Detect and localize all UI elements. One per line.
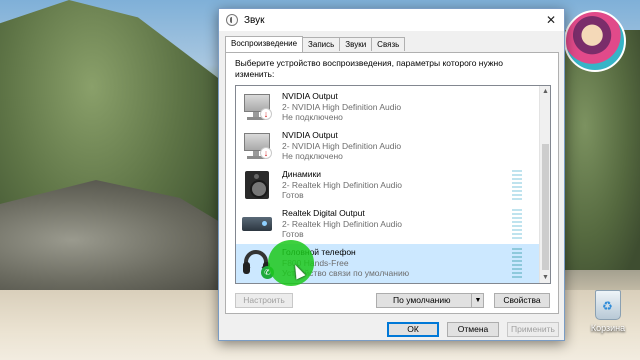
set-default-button[interactable]: По умолчанию ▼	[376, 293, 484, 308]
volume-level-meter	[512, 209, 522, 241]
monitor-disconnected-icon: ↓	[242, 131, 274, 161]
device-driver: 2- NVIDIA High Definition Audio	[282, 140, 402, 151]
tab-sounds[interactable]: Звуки	[339, 37, 373, 51]
digital-output-icon	[242, 209, 274, 239]
recycle-bin-icon: ♻	[595, 290, 621, 320]
device-list-scrollbar[interactable]: ▲ ▼	[539, 86, 550, 283]
monitor-disconnected-icon: ↓	[242, 92, 274, 122]
device-name: Динамики	[282, 169, 321, 179]
ok-button[interactable]: ОК	[387, 322, 439, 337]
volume-level-meter	[512, 170, 522, 202]
tab-recording[interactable]: Запись	[302, 37, 341, 51]
tab-strip: Воспроизведение Запись Звуки Связь	[225, 36, 406, 52]
device-status: Готов	[282, 229, 304, 239]
speaker-icon	[242, 170, 274, 200]
apply-button[interactable]: Применить	[507, 322, 559, 337]
device-driver: 2- Realtek High Definition Audio	[282, 179, 403, 190]
tab-communications[interactable]: Связь	[371, 37, 406, 51]
volume-level-meter	[512, 248, 522, 280]
window-title: Звук	[244, 14, 265, 26]
set-default-label: По умолчанию	[393, 295, 451, 305]
device-name: NVIDIA Output	[282, 91, 338, 101]
recycle-bin[interactable]: ♻ Корзина	[583, 290, 633, 333]
sound-app-icon	[226, 14, 238, 26]
instruction-text: Выберите устройство воспроизведения, пар…	[235, 58, 503, 79]
device-item[interactable]: Realtek Digital Output 2- Realtek High D…	[236, 205, 540, 244]
scroll-up-arrow-icon[interactable]: ▲	[540, 86, 550, 97]
scroll-thumb[interactable]	[542, 144, 549, 270]
device-driver: 2- Realtek High Definition Audio	[282, 218, 403, 229]
tab-playback[interactable]: Воспроизведение	[225, 36, 304, 52]
device-item[interactable]: ↓ NVIDIA Output 2- NVIDIA High Definitio…	[236, 88, 540, 127]
device-name: Realtek Digital Output	[282, 208, 365, 218]
device-status: Готов	[282, 190, 304, 200]
device-status: Не подключено	[282, 112, 343, 122]
scroll-down-arrow-icon[interactable]: ▼	[540, 272, 550, 283]
sound-dialog: Звук ✕ Воспроизведение Запись Звуки Связ…	[218, 8, 565, 341]
device-item[interactable]: ↓ NVIDIA Output 2- NVIDIA High Definitio…	[236, 127, 540, 166]
title-bar[interactable]: Звук ✕	[219, 9, 564, 31]
device-name: NVIDIA Output	[282, 130, 338, 140]
cancel-button[interactable]: Отмена	[447, 322, 499, 337]
set-default-dropdown-arrow-icon[interactable]: ▼	[471, 294, 484, 307]
device-item[interactable]: Динамики 2- Realtek High Definition Audi…	[236, 166, 540, 205]
avatar	[564, 10, 626, 72]
device-driver: 2- NVIDIA High Definition Audio	[282, 101, 402, 112]
cursor-highlight	[268, 240, 314, 286]
configure-button[interactable]: Настроить	[235, 293, 293, 308]
properties-button[interactable]: Свойства	[494, 293, 550, 308]
recycle-bin-label: Корзина	[590, 323, 626, 333]
device-status: Не подключено	[282, 151, 343, 161]
close-button[interactable]: ✕	[538, 9, 564, 31]
